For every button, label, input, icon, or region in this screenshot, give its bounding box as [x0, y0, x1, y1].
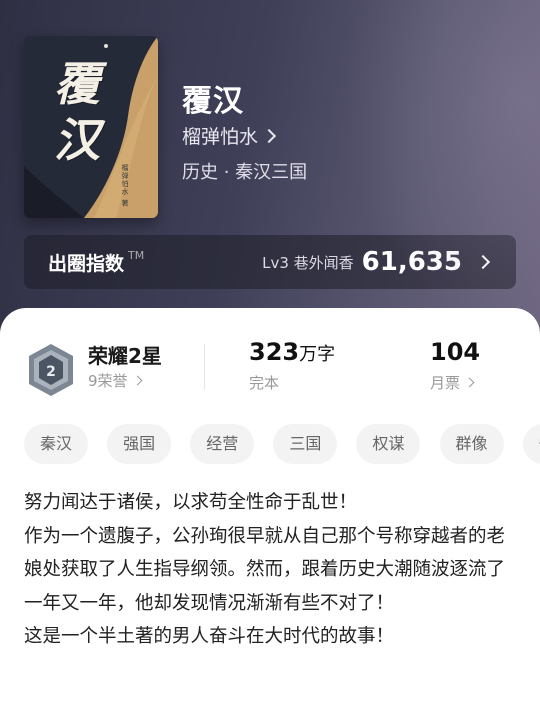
chevron-right-icon [132, 375, 142, 386]
svg-text:2: 2 [46, 364, 56, 380]
description-line: 作为一个遗腹子，公孙珣很早就从自己那个号称穿越者的老娘处获取了人生指导纲领。然而… [24, 525, 506, 614]
index-level: Lv3 巷外闻香 [262, 253, 354, 272]
completion-status: 完本 [249, 374, 280, 392]
index-value: 61,635 [361, 247, 462, 277]
monthly-ticket-count: 104 [430, 338, 481, 366]
honor-count: 9荣誉 [88, 372, 128, 390]
tag-chip[interactable]: 权谋 [356, 424, 421, 464]
cover-title: 覆汉 [54, 57, 100, 167]
cover-author: 榴弹怕水 著 [121, 164, 129, 208]
influence-index-bar[interactable]: 出圈指数 TM Lv3 巷外闻香 61,635 [24, 235, 516, 289]
detail-sheet: 2 荣耀2星 9荣誉 323万字 完本 104 月票 秦汉 强国 经营 三国 权… [0, 308, 540, 704]
honor-title: 荣耀2星 [88, 344, 162, 368]
honor-badge-icon: 2 [29, 344, 73, 396]
tag-chip[interactable]: 三国 [273, 424, 338, 464]
book-cover[interactable]: 覆汉 榴弹怕水 著 [24, 36, 158, 218]
tag-chip[interactable]: 经营 [190, 424, 255, 464]
index-label: 出圈指数 TM [48, 248, 145, 275]
description-line: 努力闻达于诸侯，以求苟全性命于乱世！ [24, 492, 358, 513]
monthly-ticket-link[interactable]: 月票 [430, 372, 475, 393]
chevron-right-icon [261, 128, 277, 143]
divider [204, 344, 205, 390]
book-description: 努力闻达于诸侯，以求苟全性命于乱世！ 作为一个遗腹子，公孙珣很早就从自己那个号称… [24, 486, 518, 654]
book-header: 覆汉 榴弹怕水 著 覆汉 榴弹怕水 历史 · 秦汉三国 出圈指数 TM Lv3 巷… [0, 0, 540, 330]
author-link[interactable]: 榴弹怕水 [182, 122, 277, 149]
word-count-unit: 万字 [299, 344, 336, 365]
tag-list: 秦汉 强国 经营 三国 权谋 群像 争霸 [24, 424, 540, 468]
book-genre: 历史 · 秦汉三国 [182, 162, 308, 183]
word-count: 323万字 [249, 338, 336, 366]
monthly-ticket-label: 月票 [430, 374, 461, 392]
description-line: 这是一个半土著的男人奋斗在大时代的故事！ [24, 626, 395, 647]
tag-chip[interactable]: 强国 [107, 424, 172, 464]
tag-chip[interactable]: 争霸 [522, 424, 540, 464]
chevron-right-icon [475, 254, 491, 270]
book-title: 覆汉 [182, 84, 244, 119]
tag-chip[interactable]: 秦汉 [24, 424, 89, 464]
trademark-mark: TM [128, 248, 145, 262]
chevron-right-icon [464, 377, 475, 388]
tag-chip[interactable]: 群像 [439, 424, 504, 464]
author-name: 榴弹怕水 [182, 126, 259, 148]
stats-row: 2 荣耀2星 9荣誉 323万字 完本 104 月票 [0, 336, 540, 406]
honor-link[interactable]: 9荣誉 [88, 370, 142, 391]
